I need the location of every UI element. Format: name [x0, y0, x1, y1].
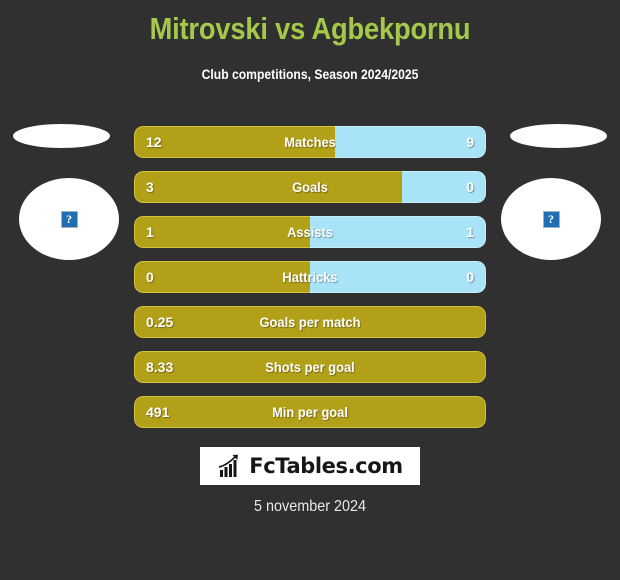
- stat-bar-home: [134, 216, 310, 248]
- broken-image-icon: ?: [60, 210, 78, 228]
- stat-bar-away: [310, 216, 486, 248]
- page-subtitle: Club competitions, Season 2024/2025: [201, 66, 419, 82]
- stat-row: 0 Hattricks 0: [134, 261, 486, 293]
- away-player-photo: ?: [501, 178, 601, 260]
- report-date: 5 november 2024: [253, 498, 367, 515]
- stat-row: 491 Min per goal: [134, 396, 486, 428]
- broken-image-glyph: ?: [66, 212, 72, 226]
- stat-bar-home: [134, 351, 486, 383]
- broken-image-glyph: ?: [548, 212, 554, 226]
- fctables-logo[interactable]: FcTables.com: [200, 447, 420, 485]
- stat-bar-home: [134, 306, 486, 338]
- stat-bar-away: [401, 171, 486, 203]
- stat-row: 12 Matches 9: [134, 126, 486, 158]
- stat-bar-away: [310, 261, 486, 293]
- stat-bar-home: [134, 261, 310, 293]
- page-title: Mitrovski vs Agbekpornu: [149, 11, 471, 46]
- broken-image-icon: ?: [542, 210, 560, 228]
- stat-bar-home: [134, 126, 335, 158]
- home-player-photo: ?: [19, 178, 119, 260]
- stat-row: 0.25 Goals per match: [134, 306, 486, 338]
- stat-row: 8.33 Shots per goal: [134, 351, 486, 383]
- home-player-card: ?: [0, 120, 140, 280]
- away-player-flag-icon: [510, 124, 607, 148]
- stat-row: 1 Assists 1: [134, 216, 486, 248]
- bar-chart-arrow-icon: [219, 454, 239, 477]
- stat-bar-away: [334, 126, 486, 158]
- fctables-logo-text: FcTables.com: [249, 454, 403, 478]
- stat-row: 3 Goals 0: [134, 171, 486, 203]
- home-player-flag-icon: [13, 124, 110, 148]
- stat-bar-home: [134, 396, 486, 428]
- stats-comparison-list: 12 Matches 9 3 Goals 0 1 Assists 1 0 Hattricks 0 0.2…: [134, 126, 486, 441]
- away-player-card: ?: [480, 120, 620, 280]
- stat-bar-home: [134, 171, 402, 203]
- page-header: Mitrovski vs Agbekpornu Club competition…: [0, 0, 620, 82]
